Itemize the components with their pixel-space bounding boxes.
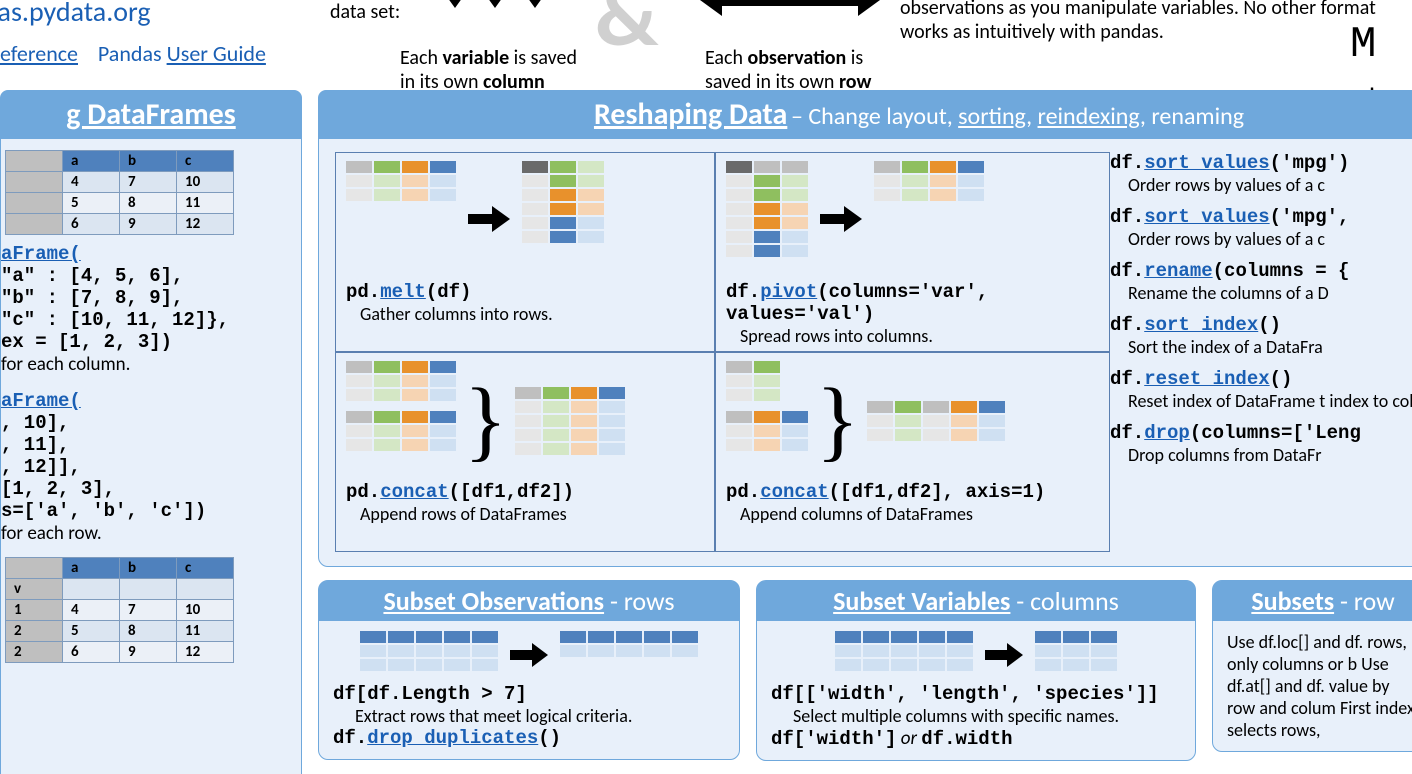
subset-rows-card: Subset Observations - rows df[df.Length … [318,580,754,760]
arrows-down-icon [430,0,580,20]
doc-links: eference Pandas User Guide [0,40,266,67]
concat-cols-cell: } pd.concat([df1,df2], axis=1) Append co… [715,352,1110,552]
reindexing-link[interactable]: reindexing [1038,102,1140,131]
drop-duplicates-link[interactable]: drop_duplicates [367,727,538,749]
concat-cols-after-icon [867,401,1005,441]
arrow-right-icon [510,643,548,672]
pivot-cell: df.pivot(columns='var', values='val') Sp… [715,152,1110,352]
site-url: pandas.pydata.org [0,0,151,29]
sort-values-link[interactable]: sort_values [1144,152,1269,174]
subset-cols-card: Subset Variables - columns df[['width', … [756,580,1210,761]
arrow-right-icon [985,643,1023,672]
pandas-word: Pandas [98,40,162,67]
card-title: Reshaping Data [594,96,787,133]
dataframe-sample-table-1: a b c 4710 5811 6912 [5,150,234,235]
horizontal-arrow-icon [700,0,880,25]
cols-after-icon [1035,631,1117,671]
melt-cell: pd.melt(df) Gather columns into rows. [335,152,715,352]
brace-icon: } [816,396,859,446]
brace-icon: } [464,396,507,446]
dataframe-fn-link[interactable]: aFrame( [1,243,81,265]
pivot-after-icon [874,161,984,201]
concat-rows-before-icon [346,361,456,451]
reset-index-link[interactable]: reset_index [1144,368,1269,390]
melt-before-icon [346,161,456,201]
per-column-caption: for each column. [1,353,301,376]
variable-caption: Each variable is saved in its own column [400,46,660,94]
card-title: g DataFrames [66,96,235,133]
melt-fn-link[interactable]: melt [380,281,426,303]
data-set-label: data set: [330,0,400,24]
card-header: Reshaping Data – Change layout, sorting,… [318,90,1412,139]
rows-before-icon [360,631,498,671]
concat-fn-link-2[interactable]: concat [760,481,828,503]
subsets-rowcol-card: Subsets - row Use df.loc[] and df. rows,… [1212,580,1412,752]
drop-link[interactable]: drop [1144,422,1190,444]
concat-rows-cell: } pd.concat([df1,df2]) Append rows of Da… [335,352,715,552]
card-header: g DataFrames [0,90,302,139]
arrow-right-icon [820,206,862,237]
tidy-blurb: observations as you manipulate variables… [900,0,1380,44]
observation-caption: Each observation is saved in its own row [705,46,935,94]
dataframe-fn-link-2[interactable]: aFrame( [1,390,81,412]
concat-cols-before-icon [726,361,808,451]
user-guide-link[interactable]: User Guide [167,40,266,67]
rename-link[interactable]: rename [1144,260,1212,282]
sorting-link[interactable]: sorting [958,102,1026,131]
pivot-before-icon [726,161,808,257]
dataframe-sample-table-2: abc v 14710 25811 26912 [5,557,234,663]
creating-dataframes-card: g DataFrames a b c 4710 5811 6912 aFrame… [0,90,302,774]
sort-values-link-2[interactable]: sort_values [1144,206,1269,228]
concat-rows-after-icon [515,387,625,455]
pivot-fn-link[interactable]: pivot [760,281,817,303]
rows-after-icon [560,631,698,657]
per-row-caption: for each row. [1,522,301,545]
cols-before-icon [835,631,973,671]
concat-fn-link[interactable]: concat [380,481,448,503]
api-reference-link[interactable]: eference [0,40,78,67]
melt-after-icon [522,161,604,243]
reshaping-data-card: Reshaping Data – Change layout, sorting,… [318,90,1412,567]
reshape-function-list: df.sort_values('mpg') Order rows by valu… [1110,152,1412,552]
sort-index-link[interactable]: sort_index [1144,314,1258,336]
arrow-right-icon [468,206,510,237]
subsets-blurb: Use df.loc[] and df. rows, only columns … [1213,621,1412,751]
